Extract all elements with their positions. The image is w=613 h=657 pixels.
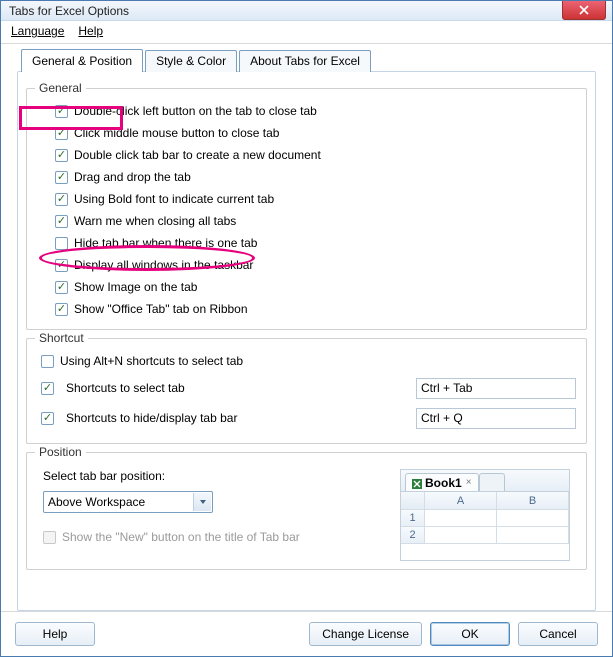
option-label: Shortcuts to select tab — [66, 381, 185, 395]
option-show-office-tab[interactable]: Show "Office Tab" tab on Ribbon — [55, 299, 576, 319]
option-show-image[interactable]: Show Image on the tab — [55, 277, 576, 297]
close-icon: × — [466, 477, 472, 488]
close-button[interactable] — [562, 0, 606, 20]
preview-tab-label: Book1 — [425, 476, 462, 490]
option-hide-single-tab[interactable]: Hide tab bar when there is one tab — [55, 233, 576, 253]
option-label: Hide tab bar when there is one tab — [74, 236, 257, 250]
button-label: Help — [43, 627, 68, 641]
position-preview: Book1 × AB 1 2 — [400, 469, 570, 561]
checkbox-icon[interactable] — [41, 382, 54, 395]
help-button[interactable]: Help — [15, 622, 95, 646]
option-double-click-close[interactable]: Double-click left button on the tab to c… — [55, 101, 576, 121]
preview-tab-book1: Book1 × — [405, 473, 479, 491]
cancel-button[interactable]: Cancel — [518, 622, 598, 646]
shortcut-select-input[interactable] — [416, 378, 576, 399]
option-display-taskbar[interactable]: Display all windows in the taskbar — [55, 255, 576, 275]
dialog-window: Tabs for Excel Options Language Help Gen… — [0, 0, 613, 657]
footer-bar: Help Change License OK Cancel — [1, 611, 612, 656]
checkbox-icon — [55, 171, 68, 184]
col-header-b: B — [497, 492, 569, 510]
option-label: Drag and drop the tab — [74, 170, 191, 184]
group-position: Position Select tab bar position: Above … — [26, 452, 587, 570]
option-label: Double click tab bar to create a new doc… — [74, 148, 321, 162]
option-label: Show "Office Tab" tab on Ribbon — [74, 302, 248, 316]
checkbox-icon — [55, 303, 68, 316]
checkbox-icon — [43, 531, 56, 544]
group-title: Position — [35, 445, 86, 459]
option-label: Show Image on the tab — [74, 280, 197, 294]
option-label: Show the "New" button on the title of Ta… — [62, 530, 300, 544]
group-title: Shortcut — [35, 331, 88, 345]
checkbox-icon — [55, 281, 68, 294]
checkbox-icon — [55, 127, 68, 140]
window-title: Tabs for Excel Options — [5, 4, 129, 18]
menu-language[interactable]: Language — [11, 24, 64, 38]
tab-style-color[interactable]: Style & Color — [145, 50, 237, 72]
change-license-button[interactable]: Change License — [309, 622, 422, 646]
title-bar: Tabs for Excel Options — [1, 1, 612, 21]
content-area: General & Position Style & Color About T… — [1, 44, 612, 611]
option-label: Using Bold font to indicate current tab — [74, 192, 274, 206]
preview-tab-blank — [479, 473, 505, 491]
row-header-1: 1 — [401, 510, 425, 527]
row-shortcut-select: Shortcuts to select tab — [41, 375, 576, 401]
option-double-click-new[interactable]: Double click tab bar to create a new doc… — [55, 145, 576, 165]
button-label: Change License — [322, 627, 409, 641]
tab-general-position[interactable]: General & Position — [21, 49, 143, 72]
ok-button[interactable]: OK — [430, 622, 510, 646]
checkbox-icon — [55, 259, 68, 272]
checkbox-icon — [55, 237, 68, 250]
option-label: Click middle mouse button to close tab — [74, 126, 279, 140]
group-title: General — [35, 81, 86, 95]
row-shortcut-toggle: Shortcuts to hide/display tab bar — [41, 405, 576, 431]
col-header-a: A — [425, 492, 497, 510]
option-label: Display all windows in the taskbar — [74, 258, 253, 272]
checkbox-icon — [55, 215, 68, 228]
option-bold-current[interactable]: Using Bold font to indicate current tab — [55, 189, 576, 209]
option-label: Double-click left button on the tab to c… — [74, 104, 317, 118]
tab-label: About Tabs for Excel — [250, 54, 360, 68]
option-middle-click-close[interactable]: Click middle mouse button to close tab — [55, 123, 576, 143]
checkbox-icon — [55, 193, 68, 206]
option-label: Using Alt+N shortcuts to select tab — [60, 354, 243, 368]
menu-help[interactable]: Help — [78, 24, 103, 38]
tab-strip: General & Position Style & Color About T… — [21, 48, 596, 71]
checkbox-icon — [41, 355, 54, 368]
group-shortcut: Shortcut Using Alt+N shortcuts to select… — [26, 338, 587, 444]
button-label: Cancel — [539, 627, 576, 641]
tab-about[interactable]: About Tabs for Excel — [239, 50, 371, 72]
dropdown-value: Above Workspace — [48, 495, 145, 509]
option-label: Warn me when closing all tabs — [74, 214, 236, 228]
shortcut-toggle-input[interactable] — [416, 408, 576, 429]
group-general: General Double-click left button on the … — [26, 88, 587, 330]
option-alt-n[interactable]: Using Alt+N shortcuts to select tab — [41, 351, 576, 371]
option-show-new-button: Show the "New" button on the title of Ta… — [43, 527, 384, 547]
position-label: Select tab bar position: — [43, 469, 384, 483]
option-drag-drop[interactable]: Drag and drop the tab — [55, 167, 576, 187]
row-header-2: 2 — [401, 527, 425, 544]
position-dropdown[interactable]: Above Workspace — [43, 491, 213, 513]
tab-label: Style & Color — [156, 54, 226, 68]
button-label: OK — [461, 627, 478, 641]
checkbox-icon — [55, 105, 68, 118]
excel-icon — [412, 478, 422, 488]
chevron-down-icon — [193, 493, 211, 511]
close-icon — [579, 5, 589, 15]
tab-pane: General Double-click left button on the … — [17, 71, 596, 611]
checkbox-icon — [55, 149, 68, 162]
checkbox-icon[interactable] — [41, 412, 54, 425]
option-label: Shortcuts to hide/display tab bar — [66, 411, 237, 425]
menu-bar: Language Help — [1, 21, 612, 44]
tab-label: General & Position — [32, 54, 132, 68]
option-warn-close-all[interactable]: Warn me when closing all tabs — [55, 211, 576, 231]
